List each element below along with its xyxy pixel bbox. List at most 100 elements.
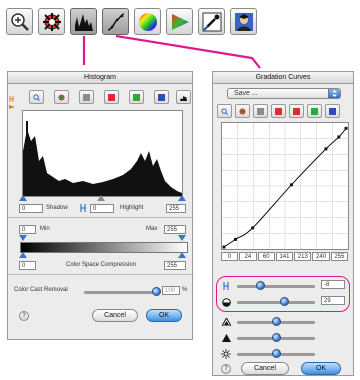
cast-label: Color Cast Removal xyxy=(14,287,68,293)
histogram-small-icon xyxy=(180,95,187,101)
shadow-adjust-field[interactable]: 29 xyxy=(321,296,345,305)
magnifier-icon xyxy=(221,108,228,115)
blue-swatch xyxy=(329,108,336,115)
highlight-marker[interactable] xyxy=(178,195,186,201)
hist-graph-button[interactable] xyxy=(176,90,191,104)
curve-point[interactable] xyxy=(324,147,328,151)
gray-swatch xyxy=(257,108,264,115)
curve-tick-value[interactable]: 0 xyxy=(221,252,239,261)
mid-field[interactable]: 0 xyxy=(90,204,114,213)
red-swatch xyxy=(293,108,300,115)
curve-point[interactable] xyxy=(251,226,255,230)
curve-point[interactable] xyxy=(233,237,237,241)
highlight-label: Highlight xyxy=(120,205,144,211)
histogram-display xyxy=(22,110,183,197)
midtone-icon xyxy=(222,334,231,342)
hist-gray-channel[interactable] xyxy=(79,90,94,104)
grad-zoom-button[interactable] xyxy=(217,104,232,118)
gradation-title: Gradation Curves xyxy=(213,72,353,84)
preset-value: Save ... xyxy=(234,90,258,97)
select-arrows-icon xyxy=(328,89,340,98)
max-field[interactable]: 255 xyxy=(164,225,186,234)
curve-tick-row: 0 24 60 141 213 240 255 xyxy=(221,252,349,263)
csc-max-field[interactable]: 255 xyxy=(164,261,186,270)
csc-max-marker[interactable] xyxy=(178,252,186,258)
hist-red-channel[interactable] xyxy=(104,90,119,104)
gray-swatch xyxy=(83,94,90,101)
curve-point[interactable] xyxy=(337,135,341,139)
divider xyxy=(8,217,194,218)
histogram-panel: Histogram 0 Shadow 0 Highlight 255 0 Min… xyxy=(7,71,194,340)
cast-slider-knob[interactable] xyxy=(152,287,161,296)
highlight-adjust-field[interactable]: -8 xyxy=(321,280,345,289)
min-field[interactable]: 0 xyxy=(19,225,36,234)
highlight-field[interactable]: 255 xyxy=(166,204,186,213)
help-icon: ? xyxy=(22,313,26,319)
curve-grid xyxy=(222,123,348,249)
shadow-slider-track[interactable] xyxy=(237,301,315,304)
hist-green-channel[interactable] xyxy=(129,90,144,104)
min-marker[interactable] xyxy=(19,235,27,241)
rgb-icon xyxy=(58,94,65,101)
green-swatch xyxy=(311,108,318,115)
shadow-field[interactable]: 0 xyxy=(19,204,43,213)
highlight-h-icon xyxy=(223,282,229,290)
help-icon: ? xyxy=(224,366,228,372)
grad-gray-channel[interactable] xyxy=(253,104,268,118)
shadow-marker[interactable] xyxy=(19,195,27,201)
histogram-graph xyxy=(23,121,182,196)
grad-ok-button[interactable]: OK xyxy=(301,362,341,375)
brightness-slider-knob[interactable] xyxy=(272,349,281,358)
curve-point[interactable] xyxy=(222,245,226,249)
hist-ok-button[interactable]: OK xyxy=(146,309,182,322)
curve-tick-value[interactable]: 255 xyxy=(330,252,348,261)
grad-red-channel[interactable] xyxy=(271,104,286,118)
preset-select[interactable]: Save ... xyxy=(227,88,341,99)
cast-slider-track[interactable] xyxy=(84,291,156,294)
curve-tick-value[interactable]: 240 xyxy=(312,252,330,261)
contrast-slider-knob[interactable] xyxy=(272,317,281,326)
curve-point[interactable] xyxy=(344,126,348,130)
grad-help-button[interactable]: ? xyxy=(221,364,231,374)
highlight-slider-track[interactable] xyxy=(237,285,315,288)
divider-2 xyxy=(8,274,194,275)
mid-marker[interactable] xyxy=(97,195,105,201)
curve-point[interactable] xyxy=(289,183,293,187)
curve-tick-value[interactable]: 60 xyxy=(257,252,275,261)
midtone-slider-knob[interactable] xyxy=(272,333,281,342)
csc-label: Color Space Compression xyxy=(66,262,137,268)
curve-tick-value[interactable]: 141 xyxy=(275,252,294,261)
red-swatch xyxy=(108,94,115,101)
grad-green-channel[interactable] xyxy=(307,104,322,118)
hist-rgb-button[interactable] xyxy=(54,90,69,104)
curve-graph[interactable] xyxy=(221,122,349,250)
hist-zoom-button[interactable] xyxy=(29,90,44,104)
cast-field[interactable]: 100 xyxy=(162,286,180,295)
mid-icon xyxy=(80,204,86,212)
histogram-title: Histogram xyxy=(8,72,192,84)
red-swatch xyxy=(275,108,282,115)
grad-cancel-button[interactable]: Cancel xyxy=(241,362,289,375)
min-label: Min xyxy=(40,226,50,232)
shadow-half-icon xyxy=(222,298,231,307)
cast-unit: % xyxy=(182,287,188,293)
grad-red-channel-2[interactable] xyxy=(289,104,304,118)
shadow-label: Shadow xyxy=(46,205,68,211)
hist-blue-channel[interactable] xyxy=(154,90,169,104)
curve-tick-value[interactable]: 24 xyxy=(239,252,257,261)
hist-cancel-button[interactable]: Cancel xyxy=(92,309,138,322)
curve-tick-value[interactable]: 213 xyxy=(294,252,312,261)
hist-help-button[interactable]: ? xyxy=(19,311,29,321)
csc-min-field[interactable]: 0 xyxy=(19,261,36,270)
grad-rgb-button[interactable] xyxy=(235,104,250,118)
shadow-slider-knob[interactable] xyxy=(279,297,289,306)
gradation-connector xyxy=(115,34,261,69)
gradation-panel: Gradation Curves Save ... 0 24 60 141 213 240… xyxy=(212,71,354,376)
max-marker[interactable] xyxy=(178,235,186,241)
magnifier-icon xyxy=(33,94,40,101)
csc-min-marker[interactable] xyxy=(19,252,27,258)
green-swatch xyxy=(133,94,140,101)
rgb-icon xyxy=(239,108,246,115)
marker-icon xyxy=(9,96,15,109)
grad-blue-channel[interactable] xyxy=(325,104,340,118)
